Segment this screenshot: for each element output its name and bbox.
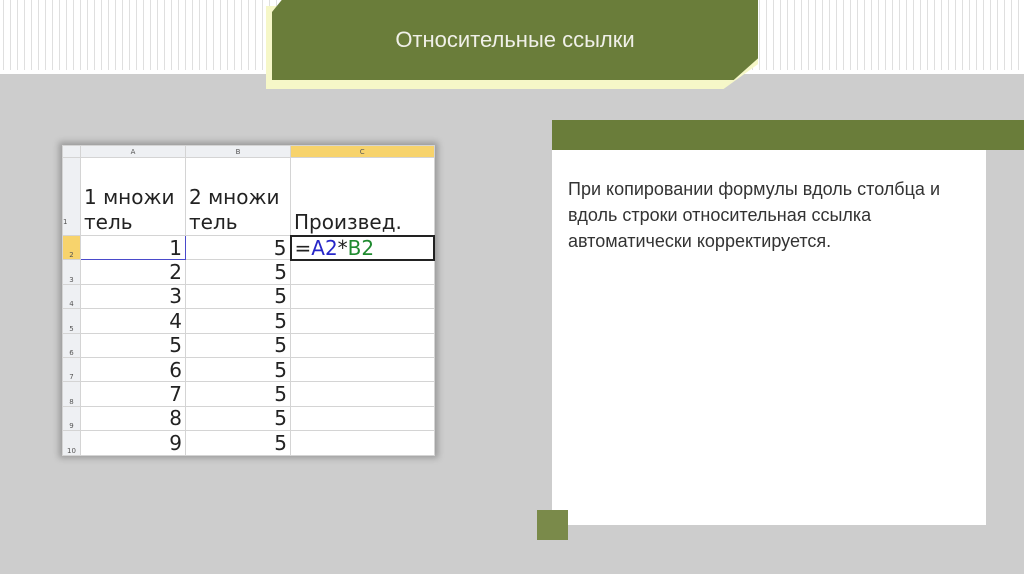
cell-b: 5 [185,283,291,310]
spreadsheet-image: ABC 11 множи тель 2 множи тель Произвед. 2… [62,145,435,456]
cell-c2-formula[interactable]: =A2*B2 [289,234,435,261]
formula-op: * [337,235,348,260]
cell-c [290,381,435,407]
cell-c [290,308,435,334]
table-row: 545 [62,308,435,334]
row-header: 6 [62,332,81,358]
table-row: 765 [62,356,435,383]
cell-b: 5 [185,234,291,261]
cell-b: 5 [185,356,291,383]
col-header-a: A [80,145,186,158]
row-header: 10 [62,430,81,456]
cell-c1: Произвед. [290,157,435,236]
cell-c [290,430,435,456]
table-row: 655 [62,332,435,358]
row-header: 2 [62,234,81,261]
cell-b: 5 [185,332,291,358]
cell-c [290,283,435,310]
slide-title: Относительные ссылки [272,0,758,80]
cell-a: 1 [80,234,186,261]
row-header: 3 [62,259,81,285]
cell-a: 9 [80,430,186,456]
cell-b: 5 [185,308,291,334]
row-header: 5 [62,308,81,334]
cell-a: 2 [80,259,186,285]
row-header: 4 [62,283,81,310]
cell-a: 4 [80,308,186,334]
formula-ref-a: A2 [311,235,338,260]
cell-b1: 2 множи тель [185,157,291,236]
cell-b: 5 [185,405,291,432]
row-header: 8 [62,381,81,407]
corner [62,145,81,158]
cell-b: 5 [185,430,291,456]
table-row: 2 1 5 =A2*B2 [62,234,435,261]
table-row: 325 [62,259,435,285]
row-header: 9 [62,405,81,432]
cell-c [290,332,435,358]
description-text: При копировании формулы вдоль столбца и … [568,179,940,251]
cell-c [290,259,435,285]
panel-accent-bar [552,120,1024,150]
cell-a: 3 [80,283,186,310]
formula-eq: = [294,235,312,260]
cell-a: 5 [80,332,186,358]
row-header: 1 [62,157,81,236]
table-row: 10 9 5 [62,430,435,456]
table-row: 985 [62,405,435,432]
formula-ref-b: B2 [347,235,375,260]
cell-c [290,356,435,383]
table-row: 875 [62,381,435,407]
cell-a: 7 [80,381,186,407]
row-header: 7 [62,356,81,383]
cell-b: 5 [185,381,291,407]
cell-a: 8 [80,405,186,432]
cell-a: 6 [80,356,186,383]
decorative-square [537,510,568,540]
title-text: Относительные ссылки [395,27,635,52]
cell-a1: 1 множи тель [80,157,186,236]
col-header-c: C [290,145,435,158]
table-row: 435 [62,283,435,310]
cell-c [290,405,435,432]
cell-b: 5 [185,259,291,285]
col-header-b: B [185,145,291,158]
